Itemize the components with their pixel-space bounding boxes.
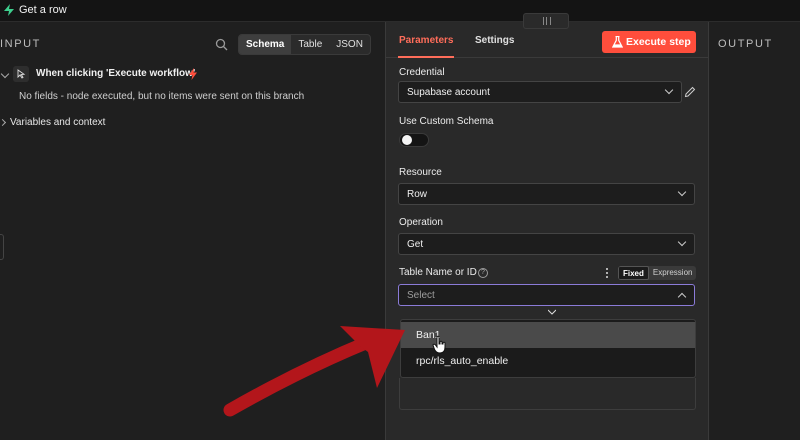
execute-step-label: Execute step bbox=[626, 36, 691, 48]
help-question-icon[interactable]: ? bbox=[478, 268, 488, 278]
side-collapse-tab[interactable] bbox=[0, 234, 4, 260]
resource-value: Row bbox=[407, 189, 428, 200]
node-title: Get a row bbox=[19, 4, 67, 16]
edit-pencil-icon[interactable] bbox=[684, 86, 696, 98]
option-label: rpc/rls_auto_enable bbox=[416, 355, 509, 367]
parameters-panel: Parameters Settings Execute step Credent… bbox=[385, 22, 709, 440]
operation-value: Get bbox=[407, 239, 424, 250]
table-name-select[interactable]: Select bbox=[398, 284, 695, 306]
table-mode-switch: Fixed Expression bbox=[618, 266, 697, 280]
mode-expression-button[interactable]: Expression bbox=[649, 266, 697, 280]
custom-schema-toggle[interactable] bbox=[399, 133, 429, 147]
hand-cursor-icon bbox=[432, 335, 446, 354]
chevron-down-icon bbox=[677, 187, 687, 197]
view-schema-button[interactable]: Schema bbox=[239, 35, 292, 54]
output-panel-title: OUTPUT bbox=[718, 38, 773, 50]
chevron-down-icon bbox=[677, 237, 687, 247]
mode-fixed-button[interactable]: Fixed bbox=[618, 266, 649, 280]
more-options-icon[interactable] bbox=[606, 268, 609, 279]
toggle-knob bbox=[402, 135, 412, 145]
dropdown-caret-icon bbox=[548, 309, 556, 315]
resource-label: Resource bbox=[399, 167, 442, 178]
no-fields-message: No fields - node executed, but no items … bbox=[19, 91, 305, 102]
grip-icon bbox=[543, 17, 551, 25]
search-icon[interactable] bbox=[215, 38, 228, 51]
table-name-label: Table Name or ID bbox=[399, 267, 477, 278]
trigger-node-label: When clicking 'Execute workflow' bbox=[36, 68, 196, 79]
input-view-switch: Schema Table JSON bbox=[238, 34, 371, 55]
variables-context-row[interactable]: Variables and context bbox=[0, 116, 300, 130]
operation-label: Operation bbox=[399, 217, 443, 228]
panel-resize-handle[interactable] bbox=[523, 13, 569, 29]
credential-label: Credential bbox=[399, 67, 445, 78]
view-table-button[interactable]: Table bbox=[291, 35, 329, 54]
table-name-placeholder: Select bbox=[407, 290, 435, 301]
tab-settings[interactable]: Settings bbox=[475, 35, 514, 46]
chevron-down-icon bbox=[664, 85, 674, 95]
tab-parameters[interactable]: Parameters bbox=[397, 35, 455, 58]
view-json-button[interactable]: JSON bbox=[329, 35, 370, 54]
chevron-up-icon bbox=[677, 292, 687, 302]
input-panel: INPUT Schema Table JSON When clicking 'E… bbox=[0, 22, 385, 440]
top-bar: Get a row bbox=[0, 0, 800, 22]
lightning-bolt-icon bbox=[189, 68, 197, 80]
variables-context-label: Variables and context bbox=[10, 117, 106, 128]
chevron-right-icon bbox=[0, 118, 7, 127]
operation-select[interactable]: Get bbox=[398, 233, 695, 255]
dropdown-shadow-box bbox=[399, 378, 696, 410]
credential-value: Supabase account bbox=[407, 87, 490, 98]
flask-icon bbox=[612, 36, 623, 48]
input-panel-title: INPUT bbox=[0, 38, 41, 50]
mouse-pointer-icon bbox=[13, 66, 29, 82]
custom-schema-label: Use Custom Schema bbox=[399, 116, 494, 127]
execute-step-button[interactable]: Execute step bbox=[602, 31, 696, 53]
output-panel: OUTPUT bbox=[710, 22, 800, 440]
credential-select[interactable]: Supabase account bbox=[398, 81, 682, 103]
n8n-node-editor: Get a row INPUT Schema Table JSON When c… bbox=[0, 0, 800, 440]
trigger-node-row[interactable]: When clicking 'Execute workflow' bbox=[0, 66, 380, 82]
chevron-down-icon bbox=[0, 69, 10, 79]
supabase-logo-icon bbox=[4, 4, 14, 16]
resource-select[interactable]: Row bbox=[398, 183, 695, 205]
